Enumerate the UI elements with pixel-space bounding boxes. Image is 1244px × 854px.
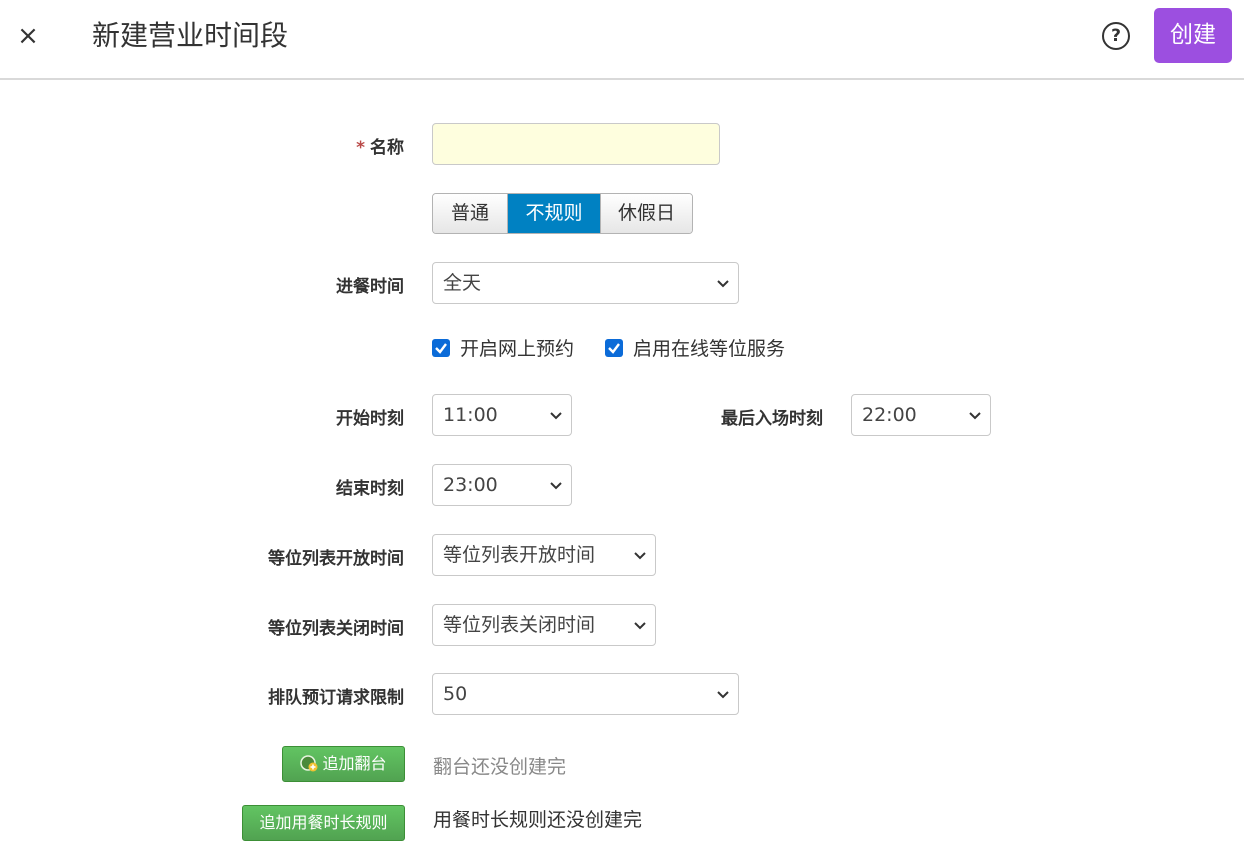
last-entry-value: 22:00	[862, 404, 917, 426]
create-button[interactable]: 创建	[1154, 8, 1232, 63]
chevron-down-icon	[717, 691, 729, 699]
chevron-down-icon	[634, 622, 646, 630]
queue-limit-label: 排队预订请求限制	[268, 688, 404, 708]
name-input[interactable]	[432, 123, 720, 165]
chevron-down-icon	[969, 412, 981, 420]
last-entry-label: 最后入场时刻	[721, 409, 823, 429]
name-label-text: 名称	[370, 138, 404, 158]
checkmark-icon	[435, 342, 447, 354]
type-option-irregular[interactable]: 不规则	[507, 194, 600, 233]
header-bar: × 新建营业时间段 ? 创建	[0, 0, 1244, 80]
online-waitlist-checkbox[interactable]	[605, 338, 623, 357]
end-time-select[interactable]: 23:00	[432, 464, 572, 506]
checkmark-icon	[608, 342, 620, 354]
help-icon[interactable]: ?	[1102, 22, 1130, 50]
type-option-normal[interactable]: 普通	[433, 194, 507, 233]
start-time-value: 11:00	[443, 404, 498, 426]
chevron-down-icon	[634, 552, 646, 560]
close-icon[interactable]: ×	[14, 22, 42, 50]
chevron-down-icon	[550, 482, 562, 490]
last-entry-select[interactable]: 22:00	[851, 394, 991, 436]
online-waitlist-label: 启用在线等位服务	[633, 338, 786, 360]
online-booking-row: 开启网上预约	[432, 334, 574, 361]
page-title: 新建营业时间段	[92, 19, 289, 52]
add-turnover-button[interactable]: 追加翻台	[282, 746, 405, 782]
start-time-select[interactable]: 11:00	[432, 394, 572, 436]
required-mark: *	[356, 138, 365, 158]
waitlist-close-label: 等位列表关闭时间	[268, 619, 404, 639]
online-booking-label: 开启网上预约	[460, 338, 575, 360]
online-booking-checkbox[interactable]	[432, 338, 450, 357]
waitlist-open-placeholder: 等位列表开放时间	[443, 544, 596, 566]
chevron-down-icon	[717, 280, 729, 288]
chevron-down-icon	[550, 412, 562, 420]
start-time-label: 开始时刻	[336, 409, 404, 429]
end-time-label: 结束时刻	[336, 479, 404, 499]
online-waitlist-row: 启用在线等位服务	[605, 334, 785, 361]
add-circle-icon	[300, 755, 318, 772]
add-turnover-label: 追加翻台	[322, 754, 387, 773]
waitlist-open-select[interactable]: 等位列表开放时间	[432, 534, 656, 576]
dining-rule-note: 用餐时长规则还没创建完	[433, 809, 643, 831]
meal-time-value: 全天	[443, 272, 482, 294]
type-segmented-control: 普通 不规则 休假日	[432, 193, 693, 234]
name-label: * 名称	[356, 133, 404, 158]
end-time-value: 23:00	[443, 474, 498, 496]
add-dining-rule-button[interactable]: 追加用餐时长规则	[242, 805, 405, 841]
turnover-note: 翻台还没创建完	[433, 756, 567, 778]
meal-time-select[interactable]: 全天	[432, 262, 739, 304]
queue-limit-select[interactable]: 50	[432, 673, 739, 715]
meal-time-label: 进餐时间	[336, 277, 404, 297]
queue-limit-value: 50	[443, 683, 468, 705]
waitlist-open-label: 等位列表开放时间	[268, 549, 404, 569]
type-option-holiday[interactable]: 休假日	[600, 194, 692, 233]
waitlist-close-select[interactable]: 等位列表关闭时间	[432, 604, 656, 646]
waitlist-close-placeholder: 等位列表关闭时间	[443, 614, 596, 636]
